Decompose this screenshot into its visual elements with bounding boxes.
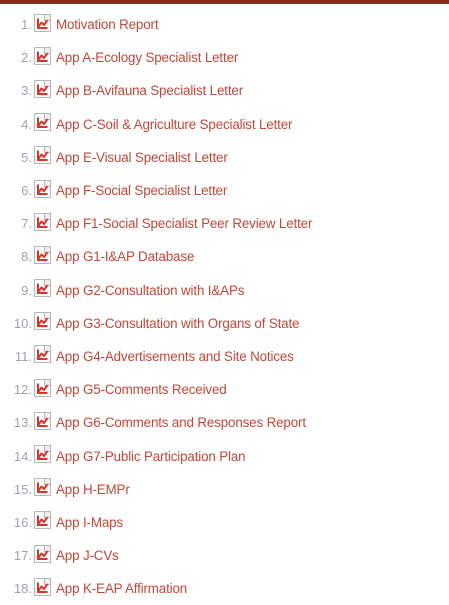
document-item-4: 4. App C-Soil & Agriculture Specialist L… [0,108,449,141]
pdf-icon[interactable] [34,312,51,331]
pdf-icon[interactable] [34,345,51,364]
document-item-5: 5. App E-Visual Specialist Letter [0,141,449,174]
pdf-icon[interactable] [34,79,51,98]
item-number: 9. [21,282,32,298]
document-item-2: 2. App A-Ecology Specialist Letter [0,41,449,74]
item-number: 2. [21,50,32,66]
document-item-7: 7. App F1-Social Specialist Peer Review … [0,207,449,240]
item-number: 14. [13,448,32,464]
pdf-icon[interactable] [34,113,51,132]
document-link[interactable]: App F-Social Specialist Letter [56,183,227,198]
document-item-13: 13. App G6-Comments and Responses Report [0,406,449,439]
item-number: 1. [21,17,32,33]
item-number: 4. [21,116,32,132]
item-number: 11. [14,348,32,364]
document-item-8: 8. App G1-I&AP Database [0,240,449,273]
item-number: 12. [13,382,32,398]
item-number: 5. [21,149,32,165]
document-item-14: 14. App G7-Public Participation Plan [0,439,449,472]
item-number: 18. [13,581,32,597]
document-link[interactable]: App G5-Comments Received [56,382,227,397]
item-number: 7. [21,216,32,232]
document-list: 1. Motivation Report 2. App A-Ecology Sp… [0,8,449,605]
document-link[interactable]: App B-Avifauna Specialist Letter [56,83,243,98]
document-link[interactable]: App E-Visual Specialist Letter [56,150,228,165]
document-link[interactable]: App G7-Public Participation Plan [56,449,246,464]
pdf-icon[interactable] [34,179,51,198]
document-item-10: 10. App G3-Consultation with Organs of S… [0,307,449,340]
document-item-16: 16. App I-Maps [0,506,449,539]
pdf-icon[interactable] [34,279,51,298]
document-link[interactable]: App G4-Advertisements and Site Notices [56,349,294,364]
document-item-18: 18. App K-EAP Affirmation [0,572,449,605]
pdf-icon[interactable] [34,212,51,231]
document-item-6: 6. App F-Social Specialist Letter [0,174,449,207]
document-link[interactable]: App C-Soil & Agriculture Specialist Lett… [56,117,292,132]
document-link[interactable]: App I-Maps [56,515,123,530]
pdf-icon[interactable] [34,577,51,596]
pdf-icon[interactable] [34,13,51,32]
item-number: 3. [21,83,32,99]
document-link[interactable]: App F1-Social Specialist Peer Review Let… [56,216,312,231]
pdf-icon[interactable] [34,445,51,464]
document-link[interactable]: App G3-Consultation with Organs of State [56,316,300,331]
document-item-9: 9. App G2-Consultation with I&APs [0,274,449,307]
document-link[interactable]: App K-EAP Affirmation [56,581,187,596]
document-link[interactable]: App A-Ecology Specialist Letter [56,50,238,65]
document-item-11: 11. App G4-Advertisements and Site Notic… [0,340,449,373]
pdf-icon[interactable] [34,378,51,397]
document-item-15: 15. App H-EMPr [0,473,449,506]
item-number: 17. [13,548,32,564]
item-number: 15. [13,481,32,497]
pdf-icon[interactable] [34,511,51,530]
item-number: 16. [13,514,32,530]
document-link[interactable]: App G1-I&AP Database [56,249,194,264]
pdf-icon[interactable] [34,245,51,264]
item-number: 6. [21,183,32,199]
document-link[interactable]: Motivation Report [56,17,159,32]
item-number: 8. [21,249,32,265]
item-number: 13. [13,415,32,431]
document-link[interactable]: App G6-Comments and Responses Report [56,415,306,430]
document-item-3: 3. App B-Avifauna Specialist Letter [0,74,449,107]
item-number: 10. [13,315,32,331]
pdf-icon[interactable] [34,411,51,430]
document-item-12: 12. App G5-Comments Received [0,373,449,406]
pdf-icon[interactable] [34,544,51,563]
document-link[interactable]: App G2-Consultation with I&APs [56,283,244,298]
pdf-icon[interactable] [34,46,51,65]
document-item-1: 1. Motivation Report [0,8,449,41]
document-link[interactable]: App H-EMPr [56,482,130,497]
document-link[interactable]: App J-CVs [56,548,119,563]
top-bar [0,0,449,4]
document-item-17: 17. App J-CVs [0,539,449,572]
pdf-icon[interactable] [34,146,51,165]
pdf-icon[interactable] [34,478,51,497]
